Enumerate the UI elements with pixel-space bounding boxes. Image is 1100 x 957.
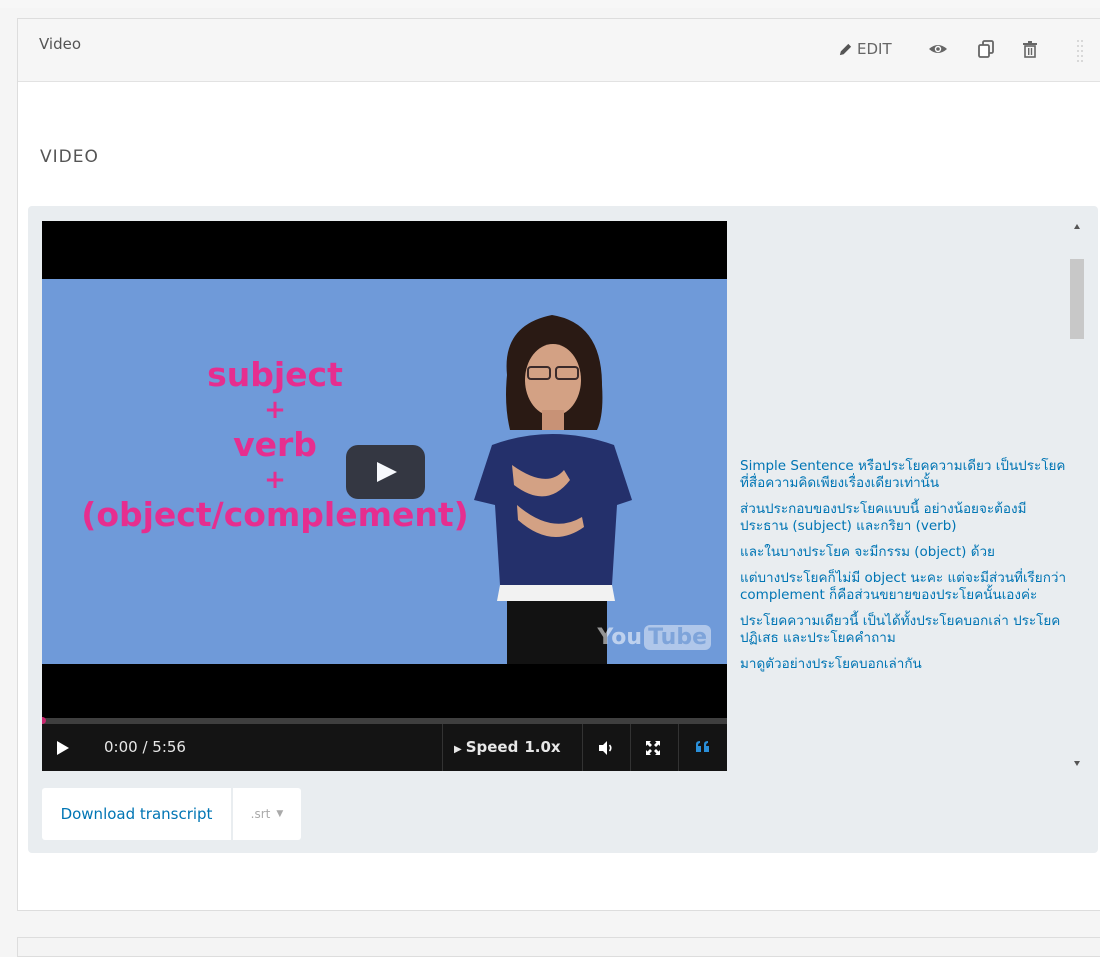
section-heading: VIDEO xyxy=(40,147,99,167)
drag-handle-icon[interactable] xyxy=(1076,39,1084,65)
divider xyxy=(442,724,443,771)
top-strip xyxy=(0,0,1100,8)
transcript-line[interactable]: แต่บางประโยคก็ไม่มี object นะคะ แต่จะมีส… xyxy=(740,570,1068,604)
volume-icon[interactable] xyxy=(596,738,616,758)
scroll-thumb[interactable] xyxy=(1070,259,1084,339)
trash-icon[interactable] xyxy=(1020,39,1040,59)
edit-button[interactable]: EDIT xyxy=(838,38,892,60)
eye-icon[interactable] xyxy=(928,39,948,59)
next-component xyxy=(17,937,1100,957)
divider xyxy=(582,724,583,771)
fullscreen-icon[interactable] xyxy=(643,738,663,758)
divider xyxy=(630,724,631,771)
video-controls: 0:00 / 5:56 ▶ Speed 1.0x xyxy=(42,724,727,771)
chevron-down-icon: ▼ xyxy=(276,809,284,819)
speed-button[interactable]: ▶ Speed 1.0x xyxy=(454,738,561,756)
transcript-line[interactable]: ประโยคความเดียวนี้ เป็นได้ทั้งประโยคบอกเ… xyxy=(740,613,1068,647)
transcript-line[interactable]: Simple Sentence หรือประโยคความเดียว เป็น… xyxy=(740,458,1068,492)
video-frame[interactable]: subject + verb + (object/complement) You… xyxy=(42,279,727,664)
component-title: Video xyxy=(39,35,82,53)
download-transcript-button[interactable]: Download transcript xyxy=(42,788,231,840)
presenter-figure xyxy=(474,315,632,664)
transcript-line[interactable]: และในบางประโยค จะมีกรรม (object) ด้วย xyxy=(740,544,1068,561)
youtube-you: You xyxy=(597,625,643,650)
component-header: Video EDIT xyxy=(18,19,1100,82)
divider xyxy=(678,724,679,771)
slide-subject: subject xyxy=(207,355,343,394)
transcript-scrollbar[interactable] xyxy=(1070,224,1084,767)
scroll-up-arrow-icon[interactable] xyxy=(1074,224,1080,229)
transcript-panel[interactable]: Simple Sentence หรือประโยคความเดียว เป็น… xyxy=(740,221,1068,771)
format-value: .srt xyxy=(250,807,271,821)
transcript-format-dropdown[interactable]: .srt ▼ xyxy=(233,788,301,840)
youtube-watermark: You Tube xyxy=(597,625,711,650)
big-play-button[interactable] xyxy=(346,445,425,499)
youtube-tube: Tube xyxy=(644,625,711,650)
speed-value: 1.0x xyxy=(524,738,561,756)
video-player[interactable]: subject + verb + (object/complement) You… xyxy=(42,221,727,771)
scroll-down-arrow-icon[interactable] xyxy=(1074,761,1080,766)
video-component: Video EDIT VIDEO subject + verb + (objec… xyxy=(17,18,1100,911)
transcript-line[interactable]: ส่วนประกอบของประโยคแบบนี้ อย่างน้อยจะต้อ… xyxy=(740,501,1068,535)
speed-label: Speed xyxy=(465,738,519,756)
edit-label: EDIT xyxy=(857,40,892,58)
slide-plus-1: + xyxy=(264,395,286,425)
time-display: 0:00 / 5:56 xyxy=(104,738,186,756)
slide-object: (object/complement) xyxy=(81,495,469,534)
video-area: subject + verb + (object/complement) You… xyxy=(28,206,1098,853)
transcript-line[interactable]: มาดูตัวอย่างประโยคบอกเล่ากัน xyxy=(740,656,1068,673)
progress-handle[interactable] xyxy=(42,717,46,724)
play-icon[interactable] xyxy=(54,738,72,758)
duplicate-icon[interactable] xyxy=(976,39,996,59)
caret-right-icon: ▶ xyxy=(454,744,462,755)
captions-icon[interactable] xyxy=(693,738,713,758)
pencil-icon xyxy=(839,43,852,55)
transcript-list: Simple Sentence หรือประโยคความเดียว เป็น… xyxy=(740,458,1068,682)
